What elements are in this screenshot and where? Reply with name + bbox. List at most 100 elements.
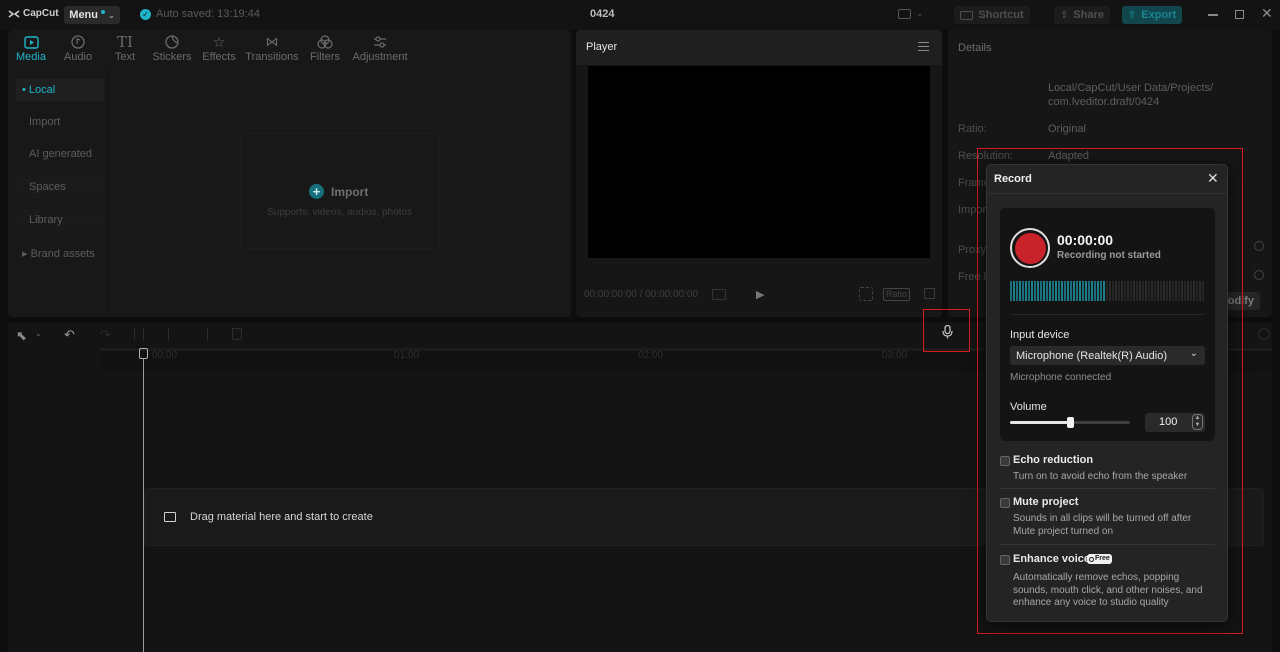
adjustment-icon bbox=[373, 33, 387, 51]
tab-label: Text bbox=[114, 51, 136, 63]
level-meter-bar bbox=[1115, 281, 1117, 301]
level-meter-bar bbox=[1163, 281, 1165, 301]
capcut-logo-icon bbox=[8, 9, 20, 18]
close-window-icon[interactable]: ✕ bbox=[1261, 5, 1273, 22]
ratio-button[interactable]: Ratio bbox=[883, 288, 911, 301]
level-meter-bar bbox=[1145, 281, 1147, 301]
sidebar-item-library[interactable]: Library bbox=[16, 209, 104, 231]
chevron-down-icon[interactable]: ⌄ bbox=[35, 329, 42, 338]
ruler-tick: 02:00 bbox=[638, 350, 664, 361]
layout-icon[interactable] bbox=[898, 9, 911, 19]
record-button[interactable] bbox=[1010, 228, 1050, 268]
record-status: Recording not started bbox=[1057, 250, 1161, 261]
tab-label: Audio bbox=[63, 51, 93, 63]
import-hint: Supports: videos, audios, photos bbox=[267, 207, 413, 218]
share-button[interactable]: ⇪ Share bbox=[1054, 6, 1110, 24]
export-button[interactable]: ⇧ Export bbox=[1122, 6, 1182, 24]
grid-icon[interactable] bbox=[712, 289, 726, 300]
tab-effects[interactable]: ☆ Effects bbox=[196, 30, 242, 68]
select-cursor-icon[interactable]: ⬉ bbox=[16, 328, 27, 344]
fullscreen-icon[interactable] bbox=[924, 288, 935, 299]
ruler-tick: 01:00 bbox=[394, 350, 420, 361]
hamburger-menu-icon[interactable] bbox=[918, 42, 929, 51]
menu-label: Menu bbox=[69, 9, 99, 21]
drop-hint: Drag material here and start to create bbox=[190, 511, 373, 523]
tab-stickers[interactable]: Stickers bbox=[148, 30, 196, 68]
zoom-icon[interactable] bbox=[1258, 328, 1270, 340]
input-device-select[interactable]: Microphone (Realtek(R) Audio) ⌄ bbox=[1010, 346, 1205, 365]
minimize-icon[interactable] bbox=[1208, 14, 1218, 16]
sidebar-item-spaces[interactable]: Spaces bbox=[16, 176, 104, 198]
tab-media[interactable]: Media bbox=[8, 30, 54, 68]
enhance-voice-checkbox[interactable] bbox=[1000, 555, 1010, 565]
level-meter-bar bbox=[1067, 281, 1069, 301]
level-meter-bar bbox=[1106, 281, 1108, 301]
sidebar-item-ai-generated[interactable]: AI generated bbox=[16, 143, 104, 165]
restore-icon[interactable] bbox=[1235, 10, 1244, 19]
import-button[interactable]: + Import bbox=[309, 184, 368, 199]
info-icon[interactable] bbox=[1254, 270, 1264, 280]
volume-stepper[interactable]: 100 ▲ ▼ bbox=[1145, 413, 1205, 432]
tab-filters[interactable]: Filters bbox=[302, 30, 348, 68]
level-meter-bar bbox=[1196, 281, 1198, 301]
volume-slider-handle[interactable] bbox=[1067, 417, 1074, 428]
fit-screen-icon[interactable] bbox=[859, 287, 873, 301]
import-dropzone[interactable]: + Import Supports: videos, audios, photo… bbox=[240, 133, 440, 249]
stepper-arrows-icon[interactable]: ▲ ▼ bbox=[1192, 414, 1203, 430]
shortcut-button[interactable]: Shortcut bbox=[954, 6, 1030, 24]
redo-icon[interactable]: ↷ bbox=[100, 327, 111, 343]
level-meter-bar bbox=[1052, 281, 1054, 301]
tab-text[interactable]: TI Text bbox=[102, 30, 148, 68]
player-panel: Player 00:00:00:00 / 00:00:00:00 ▶ Ratio bbox=[576, 30, 942, 317]
sidebar-item-import[interactable]: Import bbox=[16, 111, 104, 133]
share-label: Share bbox=[1073, 9, 1104, 21]
tab-label: Filters bbox=[310, 51, 340, 63]
level-meter-bar bbox=[1064, 281, 1066, 301]
player-timecode: 00:00:00:00 / 00:00:00:00 bbox=[584, 289, 698, 300]
share-icon: ⇪ bbox=[1060, 9, 1069, 21]
info-icon[interactable] bbox=[1254, 241, 1264, 251]
delete-icon[interactable] bbox=[232, 328, 242, 340]
level-meter-bar bbox=[1088, 281, 1090, 301]
tab-transitions[interactable]: ⋈ Transitions bbox=[242, 30, 302, 68]
mute-project-checkbox[interactable] bbox=[1000, 498, 1010, 508]
level-meter-bar bbox=[1172, 281, 1174, 301]
option-divider bbox=[1000, 488, 1215, 489]
play-icon[interactable]: ▶ bbox=[756, 288, 764, 301]
record-dialog-header: Record ✕ bbox=[987, 165, 1227, 194]
level-meter-bar bbox=[1079, 281, 1081, 301]
option-divider bbox=[1000, 544, 1215, 545]
split-right-icon[interactable] bbox=[200, 328, 208, 340]
import-label: Import bbox=[331, 184, 369, 199]
level-meter-bar bbox=[1043, 281, 1045, 301]
level-meter-bar bbox=[1202, 281, 1204, 301]
level-meter-bar bbox=[1046, 281, 1048, 301]
microphone-icon[interactable] bbox=[942, 324, 953, 342]
tab-adjustment[interactable]: Adjustment bbox=[348, 30, 412, 68]
level-meter-bar bbox=[1085, 281, 1087, 301]
undo-icon[interactable]: ↶ bbox=[64, 327, 75, 343]
level-meter-bar bbox=[1160, 281, 1162, 301]
split-left-icon[interactable] bbox=[168, 328, 176, 340]
close-icon[interactable]: ✕ bbox=[1207, 170, 1219, 187]
chevron-down-icon: ⌄ bbox=[1189, 348, 1198, 359]
level-meter-bar bbox=[1187, 281, 1189, 301]
keyboard-icon bbox=[960, 10, 974, 20]
sidebar-item-local[interactable]: • Local bbox=[16, 79, 104, 101]
level-meter-bar bbox=[1193, 281, 1195, 301]
level-meter-bar bbox=[1169, 281, 1171, 301]
echo-reduction-checkbox[interactable] bbox=[1000, 456, 1010, 466]
sidebar-item-brand-assets[interactable]: ▸ Brand assets bbox=[16, 242, 104, 264]
tab-audio[interactable]: Audio bbox=[54, 30, 102, 68]
app-logo: CapCut bbox=[8, 8, 59, 19]
option-title: Mute project bbox=[1013, 496, 1079, 508]
volume-slider[interactable] bbox=[1010, 417, 1130, 428]
chevron-down-icon[interactable]: ⌄ bbox=[916, 8, 924, 19]
menu-button[interactable]: Menu ⌄ bbox=[64, 6, 120, 24]
split-icon[interactable] bbox=[134, 328, 144, 340]
level-meter-bar bbox=[1040, 281, 1042, 301]
level-meter-bar bbox=[1070, 281, 1072, 301]
level-meter-bar bbox=[1034, 281, 1036, 301]
media-panel: Media Audio TI Text Stickers ☆ Effects ⋈… bbox=[8, 30, 571, 317]
details-title: Details bbox=[958, 42, 992, 54]
